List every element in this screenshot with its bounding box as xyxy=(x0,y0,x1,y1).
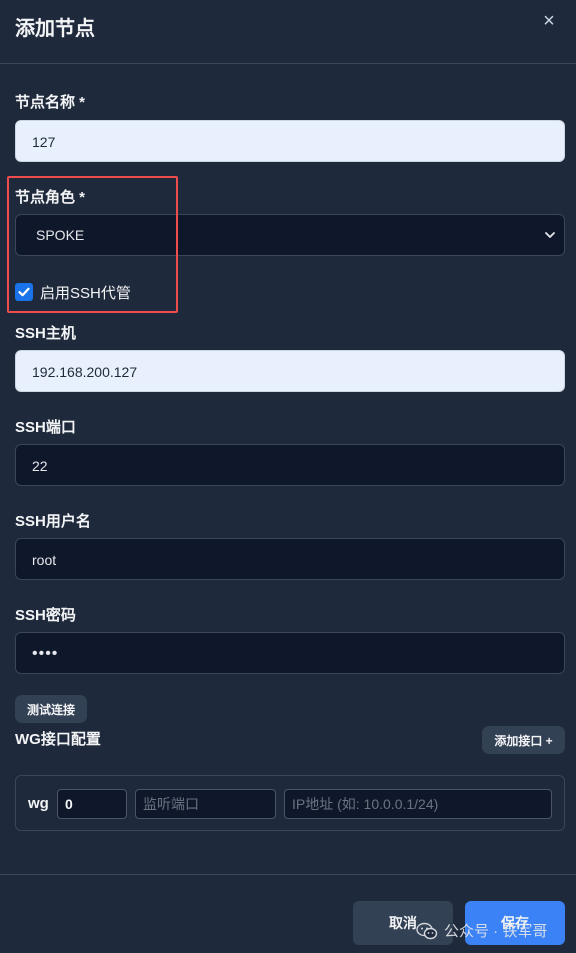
close-icon[interactable]: × xyxy=(538,10,560,32)
chevron-down-icon xyxy=(545,232,555,238)
dialog-footer: 取消 保存 xyxy=(0,874,576,953)
ip-address-input[interactable]: IP地址 (如: 10.0.0.1/24) xyxy=(284,789,552,819)
add-node-dialog: 添加节点 × 节点名称 * 127 节点角色 * SPOKE 启用SSH代管 S… xyxy=(0,0,576,953)
ssh-enable-label: 启用SSH代管 xyxy=(40,284,131,302)
wg-interface-row: wg 0 监听端口 IP地址 (如: 10.0.0.1/24) xyxy=(15,775,565,831)
ssh-host-label: SSH主机 xyxy=(15,325,76,342)
listen-port-input[interactable]: 监听端口 xyxy=(135,789,276,819)
ssh-port-label: SSH端口 xyxy=(15,419,76,436)
check-icon xyxy=(18,287,30,297)
test-connection-button[interactable]: 测试连接 xyxy=(15,695,87,723)
node-role-select[interactable]: SPOKE xyxy=(15,214,565,256)
ssh-user-label: SSH用户名 xyxy=(15,513,91,530)
node-role-value: SPOKE xyxy=(36,227,85,243)
wg-index-input[interactable]: 0 xyxy=(57,789,127,819)
ssh-host-input[interactable]: 192.168.200.127 xyxy=(15,350,565,392)
add-interface-button[interactable]: 添加接口 + xyxy=(482,726,565,754)
dialog-header: 添加节点 × xyxy=(0,0,576,64)
node-name-label: 节点名称 * xyxy=(15,94,86,111)
ssh-user-input[interactable]: root xyxy=(15,538,565,580)
ssh-password-input[interactable]: •••• xyxy=(15,632,565,674)
ssh-enable-checkbox[interactable] xyxy=(15,283,33,301)
wechat-icon xyxy=(416,922,438,939)
dialog-title: 添加节点 xyxy=(15,18,95,40)
ssh-port-input[interactable]: 22 xyxy=(15,444,565,486)
watermark-text: 公众号 · 铁军哥 xyxy=(444,923,548,940)
ssh-enable-row[interactable]: 启用SSH代管 xyxy=(15,281,131,303)
ssh-password-label: SSH密码 xyxy=(15,607,76,624)
watermark: 公众号 · 铁军哥 xyxy=(416,920,547,941)
wg-section-label: WG接口配置 xyxy=(15,731,101,748)
wg-prefix-label: wg xyxy=(28,795,49,812)
node-name-input[interactable]: 127 xyxy=(15,120,565,162)
node-role-label: 节点角色 * xyxy=(15,189,86,206)
